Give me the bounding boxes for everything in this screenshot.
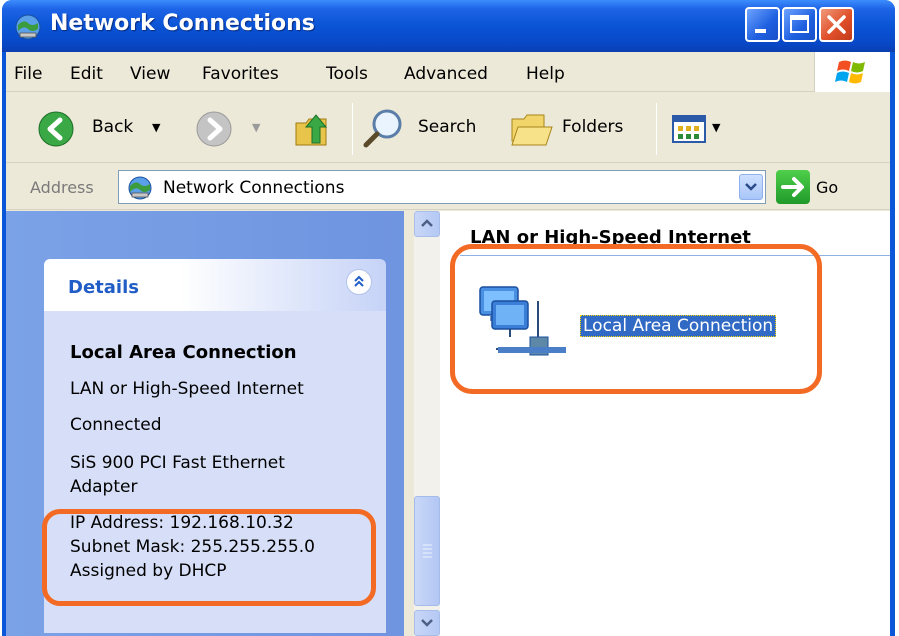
grip-icon	[423, 544, 432, 558]
close-button[interactable]	[819, 7, 854, 42]
go-button[interactable]	[776, 170, 810, 204]
search-label: Search	[418, 117, 477, 137]
back-button[interactable]: Back ▼	[12, 101, 162, 155]
details-title: Details	[68, 277, 139, 298]
maximize-button[interactable]	[782, 7, 817, 42]
menu-advanced[interactable]: Advanced	[404, 64, 488, 84]
window-border	[890, 52, 895, 636]
connection-type: LAN or High-Speed Internet	[70, 379, 304, 399]
menu-favorites[interactable]: Favorites	[202, 64, 279, 84]
chevron-up-icon	[421, 219, 433, 227]
forward-dropdown-icon: ▼	[252, 121, 261, 134]
maximize-icon	[790, 15, 809, 33]
window-title: Network Connections	[50, 11, 315, 36]
address-dropdown-button[interactable]	[739, 174, 763, 200]
connection-highlight-outline	[450, 244, 822, 394]
views-button[interactable]: ▼	[666, 101, 736, 155]
details-header[interactable]: Details	[44, 259, 386, 311]
go-label[interactable]: Go	[816, 178, 838, 197]
address-value: Network Connections	[163, 178, 345, 198]
back-dropdown-icon[interactable]: ▼	[152, 121, 160, 134]
search-icon	[363, 109, 402, 148]
connections-list: LAN or High-Speed Internet Local Area Co…	[440, 211, 890, 636]
address-bar: Address Network Connections Go	[6, 164, 890, 210]
vertical-scrollbar[interactable]	[414, 211, 440, 636]
chevron-down-icon	[421, 619, 433, 627]
minimize-icon	[755, 29, 766, 33]
views-icon	[672, 115, 706, 143]
forward-button[interactable]: ▼	[186, 101, 266, 155]
connection-name: Local Area Connection	[70, 342, 297, 363]
connection-status: Connected	[70, 415, 162, 435]
adapter-name-line2: Adapter	[70, 477, 138, 497]
menu-help[interactable]: Help	[526, 64, 565, 84]
folders-button[interactable]: Folders	[506, 101, 646, 155]
menu-edit[interactable]: Edit	[70, 64, 103, 84]
standard-toolbar: Back ▼ ▼ Search Folders ▼	[6, 93, 890, 163]
address-label: Address	[30, 178, 94, 197]
chevron-down-icon	[745, 183, 757, 191]
views-dropdown-icon: ▼	[712, 121, 721, 134]
windows-flag-icon	[835, 60, 865, 84]
menu-bar: File Edit View Favorites Tools Advanced …	[6, 52, 890, 92]
scroll-thumb[interactable]	[414, 496, 440, 606]
menu-tools[interactable]: Tools	[326, 64, 368, 84]
address-input[interactable]: Network Connections	[118, 170, 766, 204]
forward-arrow-icon	[196, 111, 232, 147]
adapter-name-line1: SiS 900 PCI Fast Ethernet	[70, 453, 285, 473]
windows-logo	[814, 52, 890, 92]
back-label: Back	[92, 117, 134, 137]
go-arrow-icon	[781, 177, 804, 197]
ip-info-highlight-outline	[42, 509, 376, 606]
title-bar[interactable]: Network Connections	[2, 0, 895, 52]
folders-icon	[511, 114, 553, 146]
scroll-down-button[interactable]	[414, 610, 440, 636]
network-connections-icon	[128, 176, 152, 200]
minimize-button[interactable]	[745, 7, 780, 42]
toolbar-separator	[352, 103, 353, 155]
close-icon	[827, 15, 846, 34]
collapse-button[interactable]	[346, 269, 372, 295]
folders-label: Folders	[562, 117, 624, 137]
search-button[interactable]: Search	[360, 101, 496, 155]
back-arrow-icon	[38, 111, 74, 147]
chevron-up-double-icon	[354, 275, 364, 287]
scroll-up-button[interactable]	[414, 211, 440, 237]
menu-file[interactable]: File	[14, 64, 42, 84]
menu-view[interactable]: View	[130, 64, 170, 84]
toolbar-separator	[656, 103, 657, 155]
network-connections-icon	[15, 14, 41, 40]
up-folder-icon[interactable]	[292, 109, 332, 149]
